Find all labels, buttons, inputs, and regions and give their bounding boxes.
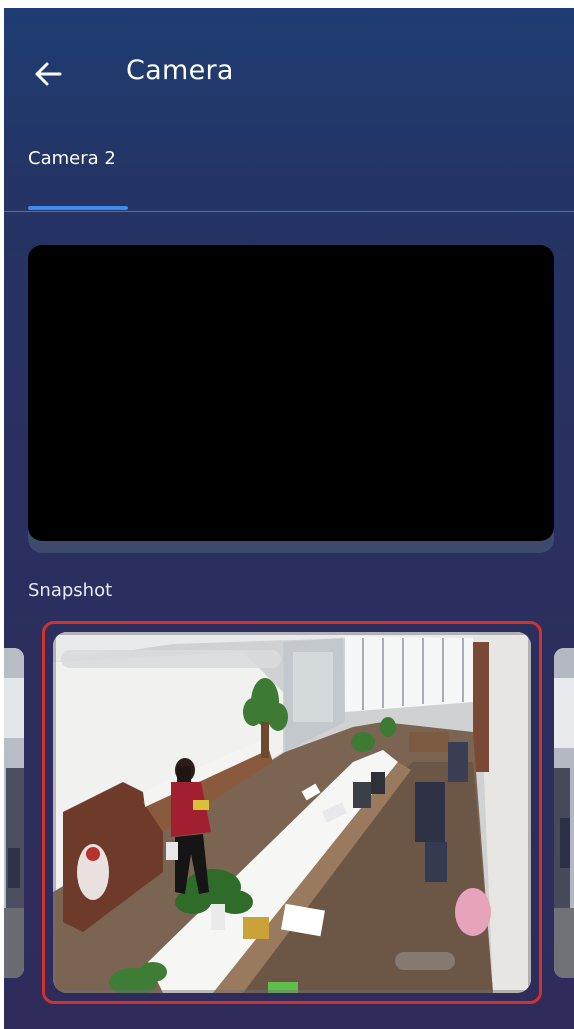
- tab-label: Camera 2: [28, 148, 116, 169]
- tab-active-indicator: [28, 206, 128, 210]
- camera-tabs: Camera 2: [4, 136, 574, 212]
- snapshot-card-previous[interactable]: [4, 648, 24, 978]
- office-snapshot-image: [53, 632, 531, 993]
- snapshot-thumbnail-next: [554, 648, 574, 978]
- snapshot-card-selected[interactable]: [42, 621, 542, 1004]
- arrow-left-icon: [35, 62, 62, 86]
- back-button[interactable]: [30, 56, 66, 92]
- page-title: Camera: [126, 55, 234, 86]
- video-player[interactable]: [28, 245, 554, 541]
- camera-screen: Camera Camera 2 Snapshot: [4, 8, 574, 1029]
- snapshot-image: [53, 632, 531, 993]
- snapshot-thumbnail-previous: [4, 648, 24, 978]
- snapshot-carousel[interactable]: [4, 620, 574, 1020]
- app-bar: Camera: [4, 8, 574, 128]
- snapshot-section-label: Snapshot: [28, 580, 113, 601]
- snapshot-card-next[interactable]: [554, 648, 574, 978]
